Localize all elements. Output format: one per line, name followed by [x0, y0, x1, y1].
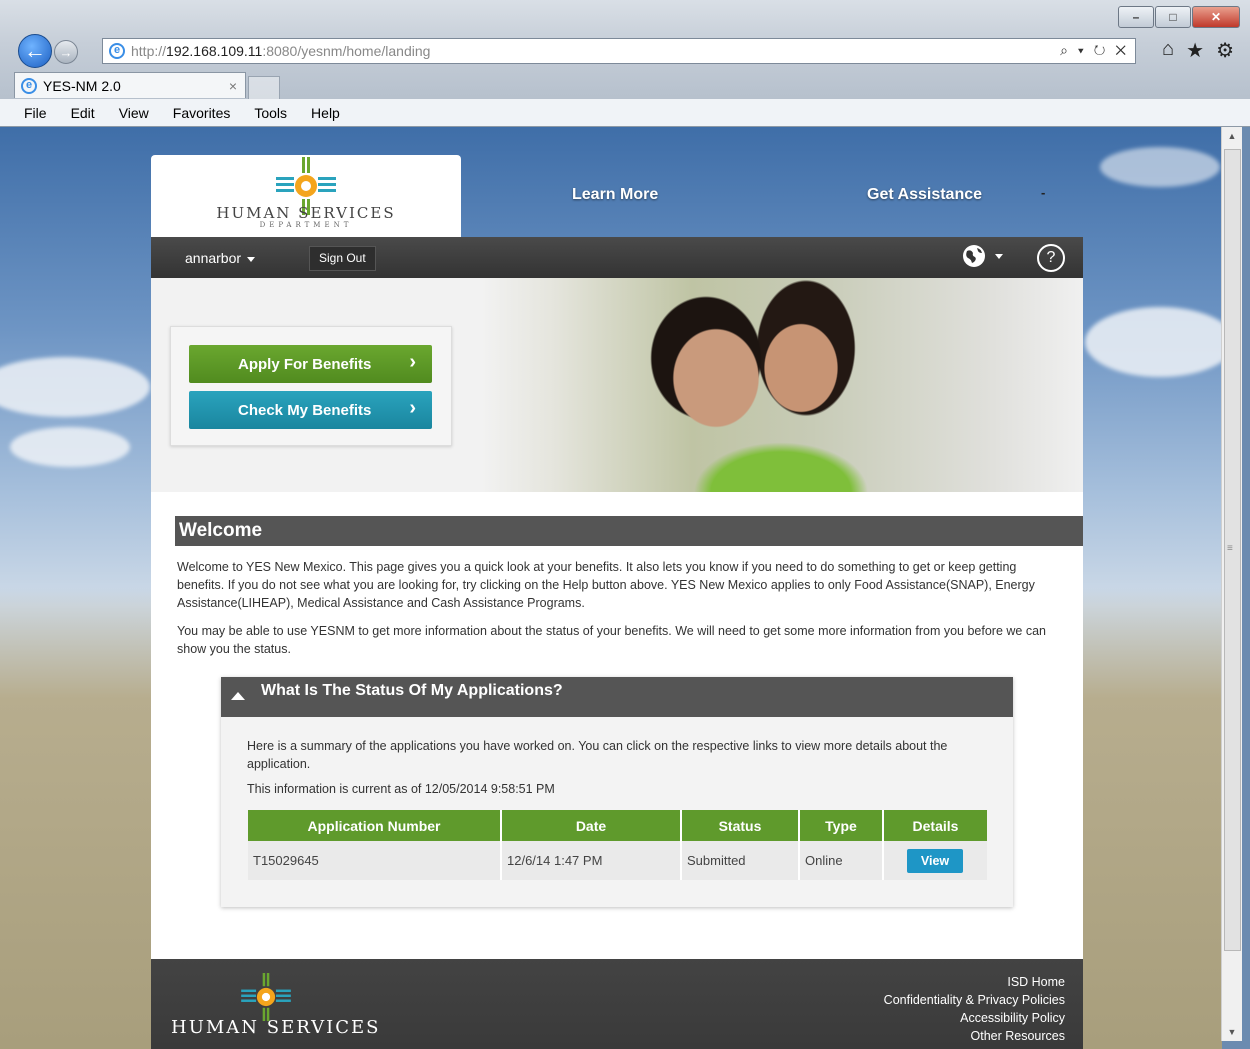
minimize-button[interactable]: – [1118, 6, 1154, 28]
footer-link-other-resources[interactable]: Other Resources [884, 1027, 1065, 1045]
welcome-paragraph-2: You may be able to use YESNM to get more… [177, 624, 1046, 656]
application-status-panel: What Is The Status Of My Applications? H… [221, 677, 1013, 907]
scroll-up-arrow[interactable]: ▲ [1222, 127, 1242, 145]
menu-file[interactable]: File [0, 105, 59, 121]
menu-bar: File Edit View Favorites Tools Help [0, 99, 1250, 126]
status-description: Here is a summary of the applications yo… [247, 739, 948, 771]
welcome-text: Welcome to YES New Mexico. This page giv… [177, 558, 1062, 668]
tab-title: YES-NM 2.0 [43, 77, 121, 94]
cloud [1100, 147, 1220, 187]
footer-link-privacy[interactable]: Confidentiality & Privacy Policies [884, 991, 1065, 1009]
chevron-down-icon [995, 253, 1003, 259]
url-text: http://192.168.109.11:8080/yesnm/home/la… [131, 43, 431, 59]
col-details: Details [883, 810, 987, 841]
apply-for-benefits-button[interactable]: Apply For Benefits › [189, 345, 432, 383]
tab-ie-icon: e [21, 77, 37, 94]
username-label: annarbor [185, 250, 242, 266]
collapse-triangle-icon[interactable] [231, 692, 245, 700]
footer: HUMAN SERVICES ISD Home Confidentiality … [151, 959, 1083, 1049]
status-timestamp: This information is current as of 12/05/… [247, 782, 555, 796]
hero-photo-mother-daughter [481, 278, 1083, 492]
status-panel-title: What Is The Status Of My Applications? [261, 682, 563, 699]
close-window-button[interactable]: ✕ [1192, 6, 1240, 28]
logo-subtext: DEPARTMENT [259, 221, 353, 229]
applications-table: Application Number Date Status Type Deta… [248, 810, 987, 880]
chevron-right-icon: › [409, 397, 416, 419]
chevron-down-icon [247, 256, 256, 262]
cloud [1085, 307, 1222, 377]
settings-gear-icon[interactable]: ⚙ [1216, 38, 1234, 63]
cloud [0, 357, 150, 417]
sign-out-button[interactable]: Sign Out [309, 246, 376, 271]
maximize-button[interactable]: □ [1155, 6, 1191, 28]
view-application-button[interactable]: View [907, 848, 963, 873]
hsd-logo[interactable]: HUMAN SERVICES DEPARTMENT [151, 155, 461, 237]
tab-strip: e YES-NM 2.0 × [14, 72, 280, 100]
scroll-down-arrow[interactable]: ▼ [1222, 1023, 1242, 1041]
page-container: HUMAN SERVICES DEPARTMENT Learn More Get… [151, 155, 1083, 1049]
main-content: Welcome Welcome to YES New Mexico. This … [151, 492, 1083, 959]
zia-emblem-icon [241, 973, 291, 1021]
new-tab-button[interactable] [248, 76, 280, 100]
col-application-number: Application Number [248, 810, 502, 841]
menu-favorites[interactable]: Favorites [161, 105, 243, 121]
hero-banner: Apply For Benefits › Check My Benefits › [151, 278, 1083, 492]
learn-more-link[interactable]: Learn More [572, 186, 658, 204]
cell-date: 12/6/14 1:47 PM [501, 841, 682, 880]
table-header-row: Application Number Date Status Type Deta… [248, 810, 987, 841]
chevron-right-icon: › [409, 351, 416, 373]
favorites-star-icon[interactable]: ★ [1186, 38, 1204, 63]
address-actions[interactable]: ⌕ ▾ ↻ ✕ [1060, 42, 1129, 59]
address-bar[interactable]: e http://192.168.109.11:8080/yesnm/home/… [102, 38, 1136, 64]
footer-links: ISD Home Confidentiality & Privacy Polic… [884, 973, 1065, 1045]
tab-yes-nm[interactable]: e YES-NM 2.0 × [14, 72, 246, 98]
footer-link-accessibility[interactable]: Accessibility Policy [884, 1009, 1065, 1027]
logo-text: HUMAN SERVICES [216, 204, 396, 222]
window-controls: – □ ✕ [1117, 6, 1240, 28]
ie-icon: e [109, 43, 125, 59]
cta-panel: Apply For Benefits › Check My Benefits › [170, 326, 452, 446]
cell-details: View [883, 841, 987, 880]
col-type: Type [799, 810, 884, 841]
browser-chrome: – □ ✕ ← → e http://192.168.109.11:8080/y… [0, 0, 1250, 127]
menu-help[interactable]: Help [299, 105, 352, 121]
footer-logo-text: HUMAN SERVICES [171, 1017, 381, 1038]
menu-edit[interactable]: Edit [59, 105, 107, 121]
toolbar-icons: ⌂ ★ ⚙ [1162, 38, 1234, 63]
col-date: Date [501, 810, 682, 841]
footer-link-isd-home[interactable]: ISD Home [884, 973, 1065, 991]
user-menu[interactable]: annarbor [185, 250, 256, 266]
cell-type: Online [799, 841, 884, 880]
check-label: Check My Benefits [238, 401, 372, 419]
home-icon[interactable]: ⌂ [1162, 38, 1174, 63]
help-button[interactable]: ? [1037, 244, 1065, 272]
navigation-row: ← → e http://192.168.109.11:8080/yesnm/h… [14, 34, 1240, 68]
get-assistance-link[interactable]: Get Assistance [867, 186, 982, 204]
welcome-paragraph-1: Welcome to YES New Mexico. This page giv… [177, 560, 1035, 610]
col-status: Status [681, 810, 800, 841]
menu-view[interactable]: View [107, 105, 161, 121]
menu-tools[interactable]: Tools [242, 105, 299, 121]
language-menu[interactable] [961, 243, 1003, 269]
cell-status: Submitted [681, 841, 800, 880]
status-panel-header[interactable]: What Is The Status Of My Applications? [221, 677, 1013, 717]
back-button[interactable]: ← [18, 34, 52, 68]
menu-dash: - [1041, 185, 1046, 200]
forward-button[interactable]: → [54, 40, 78, 64]
apply-label: Apply For Benefits [238, 355, 372, 373]
table-row: T15029645 12/6/14 1:47 PM Submitted Onli… [248, 841, 987, 880]
vertical-scrollbar[interactable]: ▲ ≡ ▼ [1221, 127, 1242, 1041]
tab-close-icon[interactable]: × [229, 78, 237, 94]
globe-icon [963, 245, 985, 267]
cell-application-number: T15029645 [248, 841, 502, 880]
cloud [10, 427, 130, 467]
check-my-benefits-button[interactable]: Check My Benefits › [189, 391, 432, 429]
welcome-heading: Welcome [175, 516, 1083, 546]
scroll-grip-icon: ≡ [1227, 543, 1233, 554]
user-bar: annarbor Sign Out ? [151, 237, 1083, 278]
